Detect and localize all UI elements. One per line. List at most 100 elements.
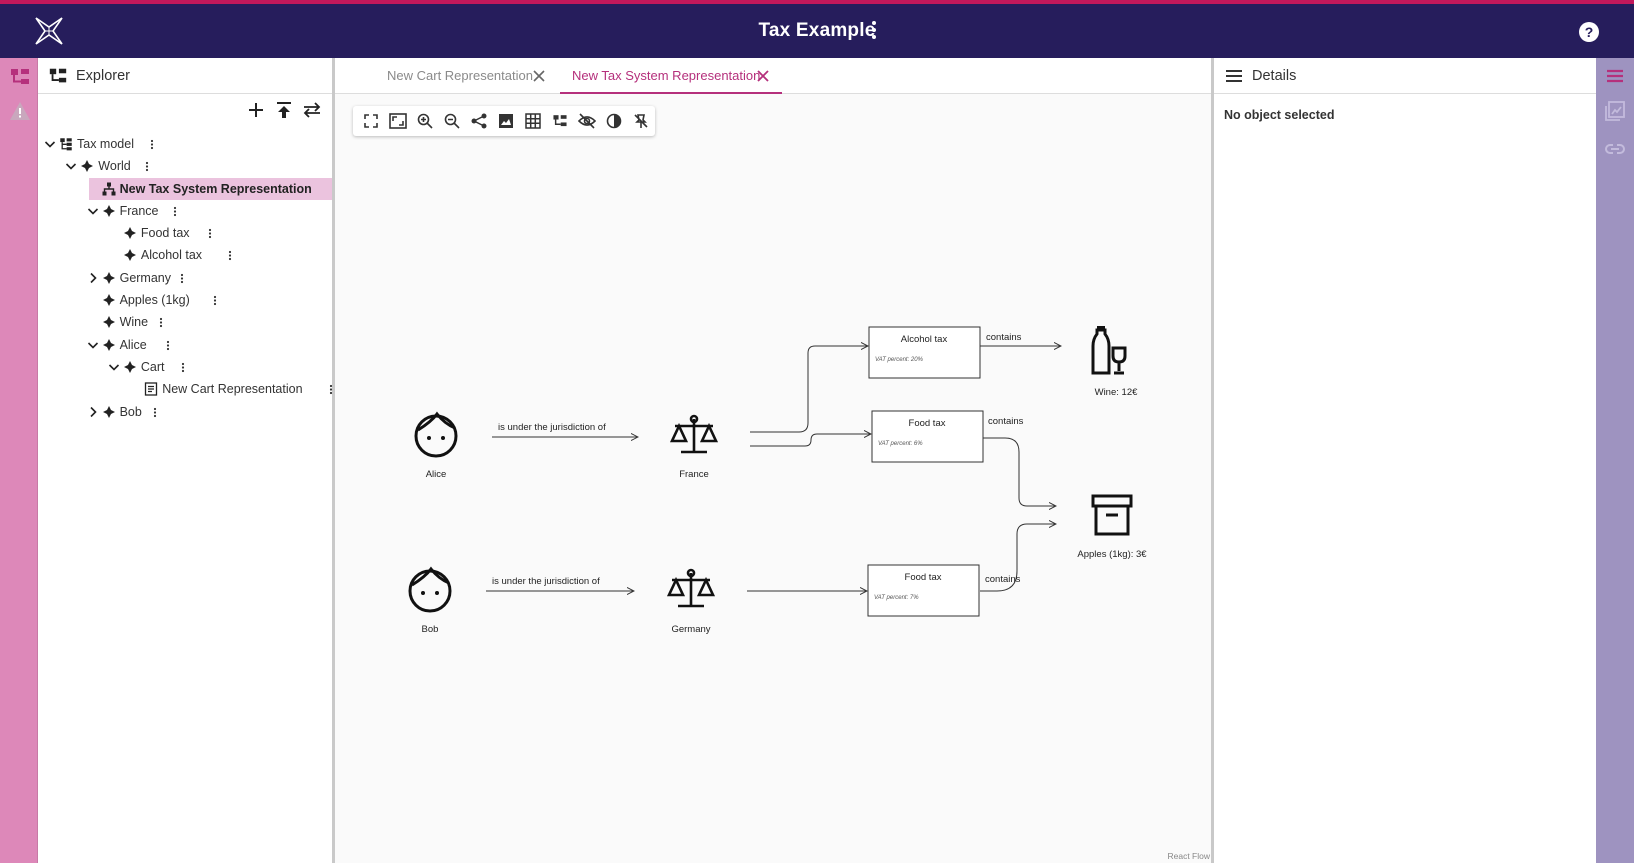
contrast-icon[interactable] (601, 108, 628, 134)
tree-item[interactable]: Cart (38, 356, 332, 378)
chevron-right-icon[interactable] (86, 405, 100, 419)
zoom-in-icon[interactable] (411, 108, 438, 134)
tree-item-label: World (98, 159, 131, 174)
more-icon[interactable] (328, 383, 334, 396)
tree-item[interactable]: Alice (38, 334, 332, 356)
fit-view-icon[interactable] (357, 108, 384, 134)
chevron-down-icon[interactable] (64, 159, 78, 173)
fullscreen-icon[interactable] (384, 108, 411, 134)
tree-item[interactable]: World (38, 155, 332, 177)
add-model-icon[interactable] (246, 100, 266, 120)
more-icon[interactable] (165, 339, 171, 352)
object-icon (102, 204, 116, 218)
explorer-header: Explorer (38, 58, 332, 94)
chevron-down-icon[interactable] (107, 360, 121, 374)
chevron-down-icon[interactable] (86, 204, 100, 218)
zoom-out-icon[interactable] (438, 108, 465, 134)
react-flow-attribution[interactable]: React Flow (1167, 851, 1210, 861)
explorer-toolbar (246, 100, 322, 124)
tree-item[interactable]: Tax model (38, 133, 332, 155)
edge-label: contains (985, 574, 1021, 585)
node-alcohol-tax-france[interactable]: Alcohol tax VAT percent: 20% (868, 326, 981, 379)
node-label: France (679, 469, 709, 480)
chevron-down-icon[interactable] (43, 137, 57, 151)
app-title: Tax Example (758, 20, 876, 41)
help-icon[interactable]: ? (1579, 22, 1599, 42)
validation-warning-icon[interactable] (9, 100, 31, 122)
tree-item-label: Wine (119, 315, 149, 330)
tab-label: New Cart Representation (387, 68, 533, 83)
scales-icon (666, 568, 716, 608)
node-wine[interactable]: Wine: 12€ (1091, 326, 1138, 398)
node-france[interactable]: France (669, 414, 719, 480)
object-icon (102, 315, 116, 329)
tree-item-label: France (119, 203, 159, 218)
sync-selection-icon[interactable] (302, 100, 322, 120)
explorer-icon (48, 66, 68, 86)
tree-item[interactable]: Bob (38, 401, 332, 423)
app-header: Tax Example ? (0, 4, 1634, 58)
unpin-icon[interactable] (628, 108, 655, 134)
representations-view-icon[interactable] (1604, 100, 1626, 122)
more-icon[interactable] (212, 294, 218, 307)
node-attribute: VAT percent: 7% (874, 595, 919, 601)
tree-item[interactable]: Apples (1kg) (38, 289, 332, 311)
edge-france-alcohol-tax[interactable] (750, 346, 868, 433)
object-icon (123, 248, 137, 262)
tree-item[interactable]: Alcohol tax (38, 244, 332, 266)
node-food-tax-germany[interactable]: Food tax VAT percent: 7% (867, 564, 980, 617)
details-view-icon[interactable] (1604, 65, 1626, 87)
node-bob[interactable]: Bob (408, 566, 452, 635)
object-icon (123, 226, 137, 240)
object-icon (102, 338, 116, 352)
edge-france-food-tax[interactable] (750, 434, 871, 447)
explorer-view-icon[interactable] (9, 66, 31, 88)
more-icon[interactable] (144, 160, 150, 173)
more-icon[interactable] (172, 205, 178, 218)
hide-icon[interactable] (574, 108, 601, 134)
node-label: Wine: 12€ (1095, 387, 1138, 398)
chevron-right-icon[interactable] (86, 271, 100, 285)
no-selection-text: No object selected (1224, 108, 1335, 122)
more-icon[interactable] (207, 227, 213, 240)
related-elements-icon[interactable] (1604, 138, 1626, 160)
scales-icon (669, 414, 719, 454)
upload-icon[interactable] (274, 100, 294, 120)
more-icon[interactable] (179, 272, 185, 285)
tree-item[interactable]: New Tax System Representation (88, 177, 342, 200)
tab-new-cart-representation[interactable]: New Cart Representation (375, 58, 555, 94)
node-attribute: VAT percent: 6% (878, 441, 923, 447)
tree-item[interactable]: Germany (38, 267, 332, 289)
node-germany[interactable]: Germany (666, 568, 716, 635)
tab-new-tax-system-representation[interactable]: New Tax System Representation (560, 58, 782, 94)
tree-item-label: Tax model (77, 137, 134, 151)
edge-foodfr-apples[interactable] (983, 437, 1056, 506)
node-apples[interactable]: Apples (1kg): 3€ (1077, 494, 1147, 560)
node-alice[interactable]: Alice (414, 411, 458, 480)
chevron-down-icon[interactable] (86, 338, 100, 352)
object-icon (123, 360, 137, 374)
diagram-canvas[interactable]: is under the jurisdiction of is under th… (335, 94, 1214, 863)
arrange-icon[interactable] (547, 108, 574, 134)
close-tab-icon[interactable] (755, 68, 771, 84)
tree-item[interactable]: New Cart Representation (38, 378, 334, 400)
close-tab-icon[interactable] (531, 68, 547, 84)
more-icon[interactable] (152, 406, 158, 419)
grid-icon[interactable] (520, 108, 547, 134)
tree-item[interactable]: Wine (38, 311, 332, 333)
more-icon[interactable] (180, 361, 186, 374)
node-label: Apples (1kg): 3€ (1077, 549, 1147, 560)
more-icon[interactable] (227, 249, 233, 262)
node-food-tax-france[interactable]: Food tax VAT percent: 6% (871, 410, 984, 463)
more-icon[interactable] (149, 138, 155, 151)
share-icon[interactable] (465, 108, 492, 134)
export-image-icon[interactable] (492, 108, 519, 134)
edge-label: contains (988, 416, 1024, 427)
tree-item[interactable]: France (38, 200, 332, 222)
title-more-icon[interactable] (866, 18, 882, 42)
tree-item[interactable]: Food tax (38, 222, 332, 244)
more-icon[interactable] (158, 316, 164, 329)
model-icon (59, 137, 73, 151)
tree-item-label: New Tax System Representation (119, 181, 312, 196)
tree-item-label: Food tax (140, 226, 190, 241)
